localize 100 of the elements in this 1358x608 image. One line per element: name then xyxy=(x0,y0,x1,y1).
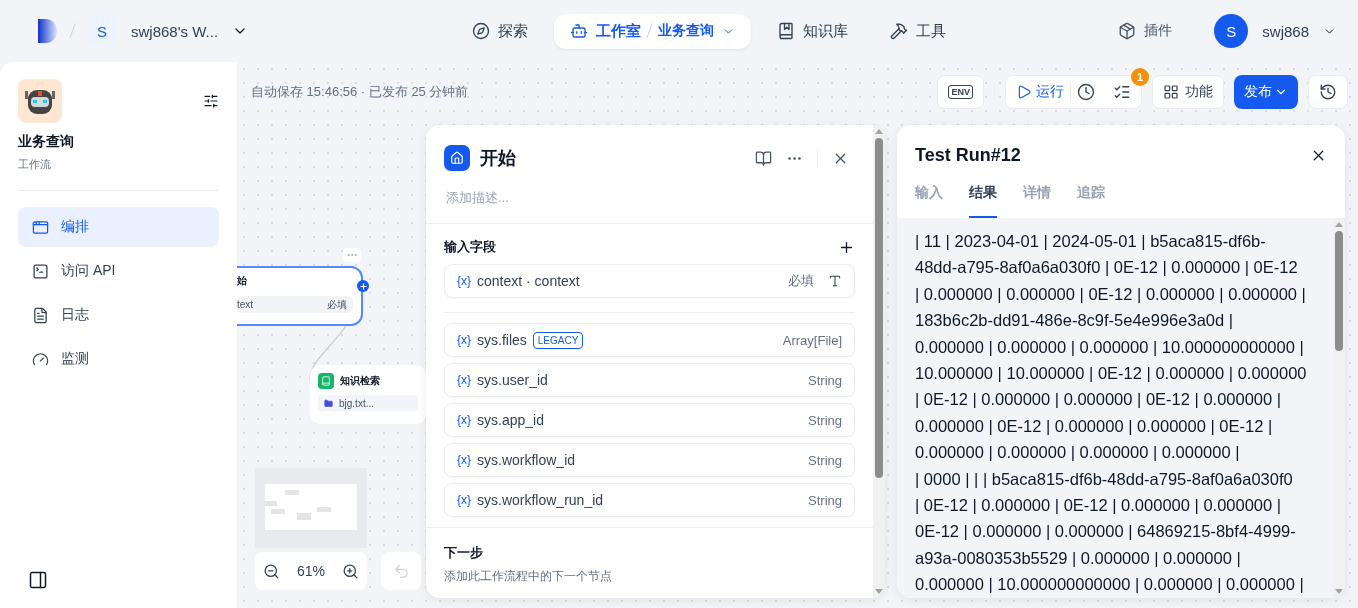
result-text: 183b6c2b-dd91-486e-8c9f-5e4e996e3a0d | xyxy=(915,310,1235,332)
result-text: 48dd-a795-8af0a6a030f0 | 0E-12 | 0.000000 | 0E-12 xyxy=(915,257,1299,279)
result-text: 0.000000 | 0E-12 | 0.000000 | 0.000000 | 0E-12 | xyxy=(915,415,1274,437)
nav-label: 工作室 xyxy=(596,21,641,41)
publish-button[interactable]: 发布 xyxy=(1234,75,1298,109)
app-type: 工作流 xyxy=(18,157,52,172)
variable-name: sys.files xyxy=(477,332,527,348)
variable-icon: {x} xyxy=(457,413,471,427)
knowledge-node[interactable]: 知识检索 bjg.txt... xyxy=(310,365,426,424)
result-text: a93a-0080353b5529 | 0.000000 | 0.000000 | xyxy=(915,547,1242,569)
input-variable[interactable]: {x} sys.workflow_run_id String xyxy=(444,483,855,517)
result-text: 0.000000 | 0.000000 | 0.000000 | 0.000000 | xyxy=(915,442,1241,464)
run-button[interactable]: 运行 xyxy=(1016,83,1064,101)
app-name: 业务查询 xyxy=(18,133,75,151)
nav-label: 探索 xyxy=(498,21,528,41)
variable-type: String xyxy=(808,452,842,468)
scrollbar[interactable] xyxy=(873,125,885,598)
variable-name: sys.workflow_run_id xyxy=(477,492,605,508)
home-icon xyxy=(444,145,470,171)
workspace-avatar[interactable]: S xyxy=(87,16,117,46)
user-avatar[interactable]: S xyxy=(1214,14,1249,48)
required-label: 必填 xyxy=(327,297,347,312)
settings-icon[interactable] xyxy=(203,93,219,109)
robot-avatar xyxy=(18,79,62,123)
robot-icon xyxy=(570,22,588,40)
result-text: 0.000000 | 10.000000000000 | 0.000000 | 0.000000 | xyxy=(915,574,1305,596)
env-button[interactable]: ENV xyxy=(937,75,984,109)
node-title: 始 xyxy=(237,274,248,288)
variable-icon: {x} xyxy=(457,493,471,507)
section-title: 下一步 xyxy=(444,544,484,562)
sidebar-item[interactable]: 编排 xyxy=(18,207,219,247)
result-text: | 0E-12 | 0.000000 | 0.000000 | 0E-12 | 0.000000 | xyxy=(915,389,1283,411)
result-text: | 0E-12 | 0.000000 | 0E-12 | 0.000000 | 0.000000 | xyxy=(915,495,1283,517)
node-field: text xyxy=(237,299,254,310)
variable-type: Array[File] xyxy=(782,332,842,348)
sidebar-item[interactable]: 日志 xyxy=(18,295,219,335)
text-type-icon xyxy=(828,274,842,288)
section-hint: 添加此工作流程中的下一个节点 xyxy=(444,568,613,585)
node-menu-button[interactable] xyxy=(343,248,361,262)
result-text: 10.000000 | 10.000000 | 0E-12 | 0.000000 | 0.000000 xyxy=(915,363,1308,385)
input-variable[interactable]: {x} sys.files LEGACY Array[File] xyxy=(444,323,855,357)
result-text: 0E-12 | 0.000000 | 0.000000 | 64869215-8bf4-4999- xyxy=(915,521,1297,543)
variable-icon: {x} xyxy=(457,453,471,467)
book-open-icon[interactable] xyxy=(755,149,772,167)
app-breadcrumb[interactable]: 业务查询 xyxy=(658,22,714,40)
hammer-icon xyxy=(890,22,908,40)
features-button[interactable]: 功能 xyxy=(1152,75,1224,109)
input-variable[interactable]: {x} context · context 必填 xyxy=(444,264,855,298)
input-variable[interactable]: {x} sys.app_id String xyxy=(444,403,855,437)
variable-icon: {x} xyxy=(457,373,471,387)
input-variable[interactable]: {x} sys.workflow_id String xyxy=(444,443,855,477)
required-label: 必填 xyxy=(788,272,814,290)
nav-label: 知识库 xyxy=(803,21,848,41)
variable-name: context · context xyxy=(477,273,581,289)
nav-label: 工具 xyxy=(916,21,946,41)
clock-icon[interactable] xyxy=(1077,83,1095,101)
save-status: 自动保存 15:46:56 · 已发布 25 分钟前 xyxy=(251,83,469,101)
window-icon xyxy=(32,218,49,236)
nav-tab[interactable]: 知识库 xyxy=(761,13,864,49)
zoom-level: 61% xyxy=(297,563,325,579)
gauge-icon xyxy=(32,350,49,368)
panel-title: Test Run#12 xyxy=(915,145,1021,166)
zoom-in-icon[interactable] xyxy=(341,562,359,580)
document-icon xyxy=(32,306,49,324)
variable-type: String xyxy=(808,492,842,508)
book-icon xyxy=(318,373,334,389)
variable-name: sys.user_id xyxy=(477,372,549,388)
sidebar-item[interactable]: 访问 API xyxy=(18,251,219,291)
variable-icon: {x} xyxy=(457,333,471,347)
checklist-icon[interactable] xyxy=(1113,83,1131,101)
variable-type: String xyxy=(808,372,842,388)
history-button[interactable] xyxy=(1308,75,1348,109)
grid-icon xyxy=(1163,84,1179,100)
variable-name: sys.workflow_id xyxy=(477,452,577,468)
panel-toggle-icon[interactable] xyxy=(28,570,48,590)
play-icon xyxy=(1016,84,1032,100)
folder-icon xyxy=(324,398,333,408)
nav-tab[interactable]: 工具 xyxy=(874,13,962,49)
result-text: 0.000000 | 0.000000 | 0.000000 | 10.000000000000 | xyxy=(915,336,1305,358)
variable-type: String xyxy=(808,412,842,428)
start-node[interactable]: 始 text 必填 xyxy=(237,266,363,326)
user-name[interactable]: swj868 xyxy=(1262,22,1309,40)
workspace-name[interactable]: swj868's W... xyxy=(131,22,219,40)
nav-tab[interactable]: 工作室 业务查询 xyxy=(554,13,751,49)
plugins-link[interactable]: 插件 xyxy=(1118,22,1173,40)
sidebar-item[interactable]: 监测 xyxy=(18,339,219,379)
input-variable[interactable]: {x} sys.user_id String xyxy=(444,363,855,397)
scrollbar[interactable] xyxy=(1333,218,1345,598)
variable-name: sys.app_id xyxy=(477,412,545,428)
node-file: bjg.txt... xyxy=(339,397,374,409)
zoom-out-icon[interactable] xyxy=(263,562,281,580)
result-text: | 11 | 2023-04-01 | 2024-05-01 | b5aca815-df6b- xyxy=(915,231,1267,252)
panel-title: 开始 xyxy=(480,147,517,170)
nav-tab[interactable]: 探索 xyxy=(456,13,544,49)
package-icon xyxy=(1118,22,1137,40)
undo-icon xyxy=(392,562,410,580)
terminal-icon xyxy=(32,262,49,280)
legacy-tag: LEGACY xyxy=(532,331,584,349)
history-icon xyxy=(1319,83,1337,101)
book-icon xyxy=(777,22,795,40)
